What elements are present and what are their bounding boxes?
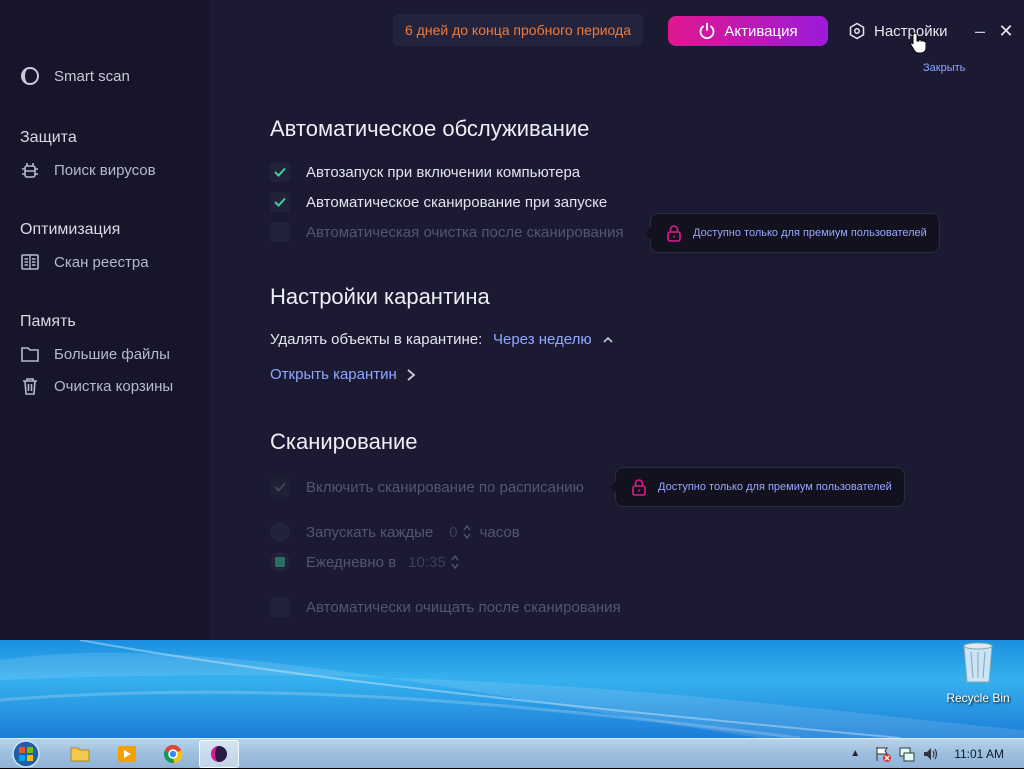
settings-button[interactable]: Настройки bbox=[848, 16, 948, 46]
time-stepper: 10:35 bbox=[408, 554, 460, 571]
sidebar-item-label: Поиск вирусов bbox=[54, 161, 156, 179]
taskbar-chrome[interactable] bbox=[153, 740, 193, 768]
link-label: Открыть карантин bbox=[270, 366, 397, 383]
dropdown-value: Через неделю bbox=[493, 331, 592, 348]
start-button[interactable] bbox=[6, 739, 46, 769]
activate-button[interactable]: Активация bbox=[668, 16, 828, 46]
activate-label: Активация bbox=[724, 22, 798, 40]
taskbar: ▲ 11:01 AM bbox=[0, 738, 1024, 768]
sidebar-item-registry-scan[interactable]: Скан реестра bbox=[20, 252, 149, 272]
taskbar-antivirus-app[interactable] bbox=[199, 740, 239, 768]
checkbox-label: Автоматическая очистка после сканировани… bbox=[306, 223, 624, 241]
chrome-icon bbox=[163, 745, 183, 764]
quarantine-delete-label: Удалять объекты в карантине: bbox=[270, 331, 483, 348]
premium-only-tooltip: Доступно только для премиум пользователе… bbox=[610, 467, 905, 507]
checkbox-label: Автоматически очищать после сканирования bbox=[306, 598, 621, 616]
open-quarantine-link[interactable]: Открыть карантин bbox=[270, 366, 417, 383]
checkbox-checked[interactable] bbox=[270, 162, 290, 182]
smart-scan-icon bbox=[21, 67, 39, 85]
quarantine-period-dropdown[interactable]: Через неделю bbox=[493, 331, 614, 348]
chevron-up-icon bbox=[603, 336, 613, 343]
sidebar-item-recycle-cleanup[interactable]: Очистка корзины bbox=[20, 376, 173, 396]
auto-clean-after-scan-row: Автоматически очищать после сканирования bbox=[270, 597, 621, 617]
scheduled-scan-checkbox-row: Включить сканирование по расписанию bbox=[270, 477, 584, 497]
bug-icon bbox=[22, 163, 38, 178]
close-button[interactable]: ✕ bbox=[996, 16, 1016, 46]
checkbox-disabled-checked bbox=[270, 477, 290, 497]
network-icon[interactable] bbox=[898, 745, 916, 763]
sidebar-item-label: Очистка корзины bbox=[54, 377, 174, 395]
sidebar-item-label: Большие файлы bbox=[54, 345, 170, 363]
premium-note: Доступно только для премиум пользователе… bbox=[693, 227, 927, 239]
run-every-radio-row: Запускать каждые 0 часов bbox=[270, 522, 520, 542]
hours-unit: часов bbox=[479, 523, 520, 541]
sidebar-item-large-files[interactable]: Большие файлы bbox=[20, 344, 170, 364]
antivirus-app-icon bbox=[211, 746, 227, 762]
registry-icon bbox=[21, 254, 39, 270]
up-down-arrows-icon bbox=[463, 524, 471, 540]
autostart-checkbox-row[interactable]: Автозапуск при включении компьютера bbox=[270, 162, 580, 182]
lock-icon bbox=[632, 479, 646, 496]
premium-note: Доступно только для премиум пользователе… bbox=[658, 481, 892, 493]
sidebar: Smart scan Защита Поиск вирусов Оптимиза… bbox=[0, 0, 210, 640]
radio-disabled-selected bbox=[270, 552, 290, 572]
trial-banner: 6 дней до конца пробного периода bbox=[393, 14, 643, 46]
check-icon bbox=[274, 482, 286, 492]
daily-radio-row: Ежедневно в 10:35 bbox=[270, 552, 460, 572]
power-icon bbox=[699, 22, 715, 40]
media-player-icon bbox=[118, 746, 136, 762]
sidebar-section-memory: Память bbox=[20, 313, 76, 330]
hand-cursor-icon bbox=[910, 32, 926, 54]
hours-stepper: 0 bbox=[449, 524, 471, 541]
checkbox-checked[interactable] bbox=[270, 192, 290, 212]
recycle-bin-icon bbox=[963, 642, 993, 683]
action-center-flag-icon[interactable] bbox=[874, 745, 892, 763]
sidebar-item-virus-scan[interactable]: Поиск вирусов bbox=[20, 160, 156, 180]
radio-label: Запускать каждые bbox=[306, 523, 434, 541]
sidebar-item-smart-scan[interactable]: Smart scan bbox=[20, 66, 130, 86]
taskbar-media-player[interactable] bbox=[107, 740, 147, 768]
recycle-bin-shortcut[interactable]: Recycle Bin bbox=[940, 640, 1016, 705]
radio-disabled bbox=[270, 522, 290, 542]
minimize-button[interactable]: – bbox=[970, 16, 990, 46]
autoclean-checkbox-row: Автоматическая очистка после сканировани… bbox=[270, 222, 624, 242]
recycle-bin-label: Recycle Bin bbox=[946, 691, 1010, 705]
close-tooltip: Закрыть bbox=[923, 62, 966, 74]
stepper-value: 10:35 bbox=[408, 553, 446, 571]
taskbar-explorer[interactable] bbox=[60, 740, 100, 768]
lock-icon bbox=[667, 225, 681, 242]
stepper-value: 0 bbox=[449, 523, 458, 541]
sidebar-section-optimization: Оптимизация bbox=[20, 221, 121, 238]
explorer-icon bbox=[70, 747, 90, 762]
top-bar: 6 дней до конца пробного периода Активац… bbox=[393, 14, 1014, 46]
section-title-maintenance: Автоматическое обслуживание bbox=[270, 116, 590, 141]
section-title-quarantine: Настройки карантина bbox=[270, 284, 490, 309]
clock[interactable]: 11:01 AM bbox=[954, 747, 1004, 761]
trash-icon bbox=[23, 378, 37, 395]
gear-icon bbox=[849, 22, 865, 40]
show-hidden-icons-icon[interactable]: ▲ bbox=[850, 745, 868, 763]
premium-only-tooltip: Доступно только для премиум пользователе… bbox=[645, 213, 940, 253]
checkbox-label: Включить сканирование по расписанию bbox=[306, 478, 584, 496]
chevron-right-icon bbox=[407, 368, 416, 381]
wallpaper-swoosh bbox=[0, 640, 1024, 738]
autoscan-checkbox-row[interactable]: Автоматическое сканирование при запуске bbox=[270, 192, 607, 212]
check-icon bbox=[274, 197, 286, 207]
system-tray: ▲ 11:01 AM bbox=[844, 739, 1024, 769]
check-icon bbox=[274, 167, 286, 177]
up-down-arrows-icon bbox=[451, 554, 459, 570]
radio-label: Ежедневно в bbox=[306, 553, 397, 571]
section-title-scanning: Сканирование bbox=[270, 429, 418, 454]
desktop: Recycle Bin bbox=[0, 640, 1024, 738]
app-window: Smart scan Защита Поиск вирусов Оптимиза… bbox=[0, 0, 1024, 640]
checkbox-disabled bbox=[270, 222, 290, 242]
sidebar-item-label: Smart scan bbox=[54, 67, 130, 85]
sidebar-section-protection: Защита bbox=[20, 129, 77, 146]
checkbox-label: Автозапуск при включении компьютера bbox=[306, 163, 581, 181]
checkbox-label: Автоматическое сканирование при запуске bbox=[306, 193, 608, 211]
folder-icon bbox=[21, 347, 39, 362]
sidebar-item-label: Скан реестра bbox=[54, 253, 149, 271]
checkbox-disabled bbox=[270, 597, 290, 617]
volume-icon[interactable] bbox=[922, 745, 940, 763]
